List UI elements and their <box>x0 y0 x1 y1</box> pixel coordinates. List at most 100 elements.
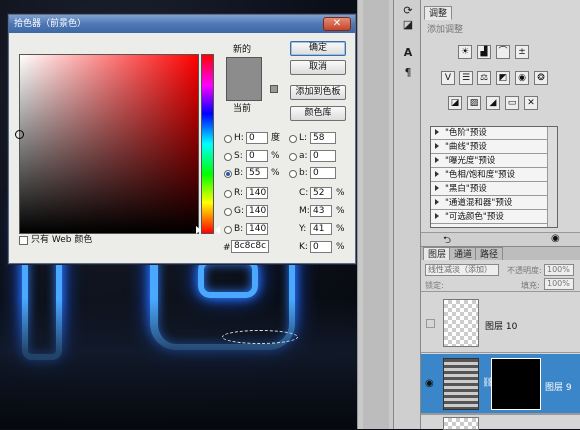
invert-icon[interactable]: ◪ <box>448 96 462 110</box>
color-cursor[interactable] <box>15 130 24 139</box>
m-label: M: <box>299 206 310 216</box>
layer-thumbnail <box>443 417 479 430</box>
radio-b[interactable] <box>224 170 232 178</box>
lab-b-label: b: <box>299 168 308 178</box>
dialog-title[interactable]: 拾色器（前景色） <box>9 15 355 33</box>
tab-layers[interactable]: 图层 <box>423 247 452 261</box>
a-input[interactable]: 0 <box>310 150 336 162</box>
radio-rgb-b[interactable] <box>224 226 232 234</box>
l-input[interactable]: 58 <box>310 132 336 144</box>
radio-r[interactable] <box>224 190 232 198</box>
levels-icon[interactable]: ▟ <box>477 45 491 59</box>
preset-label: "通道混和器"预设 <box>445 198 513 208</box>
k-label: K: <box>299 242 308 252</box>
current-color-swatch[interactable] <box>226 79 262 101</box>
layer-row-partial[interactable] <box>421 414 580 430</box>
c-unit: % <box>336 188 345 198</box>
layer-mask-thumbnail <box>491 358 541 410</box>
history-icon[interactable]: ⟳ <box>400 4 416 18</box>
hue-slider[interactable] <box>201 54 214 234</box>
tab-adjustments[interactable]: 调整 <box>424 6 453 20</box>
y-input[interactable]: 41 <box>310 223 332 235</box>
k-unit: % <box>336 242 345 252</box>
list-item[interactable]: "曲线"预设 <box>431 141 547 154</box>
panel-footer: ⮌ ◉ <box>421 232 580 246</box>
radio-h[interactable] <box>224 135 232 143</box>
paragraph-icon[interactable]: ¶ <box>400 66 416 80</box>
curves-icon[interactable]: ⌒ <box>496 45 510 59</box>
saturation-brightness-field[interactable] <box>15 54 199 234</box>
radio-lab-b[interactable] <box>289 170 297 178</box>
lab-b-input[interactable]: 0 <box>310 167 336 179</box>
s-unit: % <box>271 151 280 161</box>
gradient-map-icon[interactable]: ▭ <box>505 96 519 110</box>
r-input[interactable]: 140 <box>246 187 268 199</box>
list-item[interactable]: "可选颜色"预设 <box>431 211 547 224</box>
close-button[interactable]: ✕ <box>323 17 351 31</box>
hue-slider-left-arrow[interactable] <box>196 226 201 234</box>
selective-color-icon[interactable]: ✕ <box>524 96 538 110</box>
exposure-icon[interactable]: ± <box>515 45 529 59</box>
cancel-button[interactable]: 取消 <box>290 60 346 75</box>
color-balance-icon[interactable]: ⚖ <box>477 71 491 85</box>
list-item[interactable]: "色相/饱和度"预设 <box>431 169 547 182</box>
channel-mixer-icon[interactable]: ❂ <box>534 71 548 85</box>
web-colors-checkbox[interactable] <box>19 236 28 245</box>
layer-visibility-toggle[interactable] <box>426 319 435 328</box>
new-color-label: 新的 <box>233 45 252 55</box>
hex-input[interactable]: 8c8c8c <box>231 240 269 253</box>
web-colors-label: 只有 Web 颜色 <box>31 235 93 245</box>
hue-slider-right-arrow[interactable] <box>215 226 220 234</box>
layer-row-selected[interactable]: ◉ ⛓ 图层 9 <box>421 354 580 414</box>
h-unit: 度 <box>271 133 281 143</box>
r-label: R: <box>234 188 244 198</box>
radio-a[interactable] <box>289 153 297 161</box>
k-input[interactable]: 0 <box>310 241 332 253</box>
fill-field[interactable]: 100% <box>544 278 574 290</box>
h-label: H: <box>234 133 244 143</box>
actions-icon[interactable]: ◪ <box>400 18 416 32</box>
black-white-icon[interactable]: ◩ <box>496 71 510 85</box>
c-input[interactable]: 52 <box>310 187 332 199</box>
canvas-scrollbar[interactable] <box>357 0 393 429</box>
preset-label: "曲线"预设 <box>445 142 487 152</box>
brightness-icon[interactable]: ☀ <box>458 45 472 59</box>
add-to-swatches-button[interactable]: 添加到色板 <box>290 85 346 100</box>
s-input[interactable]: 0 <box>246 150 268 162</box>
threshold-icon[interactable]: ◢ <box>486 96 500 110</box>
g-input[interactable]: 140 <box>246 205 268 217</box>
eye-icon[interactable]: ◉ <box>425 378 434 389</box>
blend-mode-select[interactable]: 线性减淡（添加） <box>425 264 499 276</box>
opacity-field[interactable]: 100% <box>544 264 574 276</box>
h-input[interactable]: 0 <box>246 132 268 144</box>
radio-l[interactable] <box>289 135 297 143</box>
layer-thumbnail-stripes <box>443 358 479 410</box>
color-libraries-button[interactable]: 颜色库 <box>290 106 346 121</box>
panel-dock-strip: ⟳ ◪ A ¶ <box>393 0 421 429</box>
b-label: B: <box>234 168 244 178</box>
list-item[interactable]: "黑白"预设 <box>431 183 547 196</box>
list-item[interactable]: "曝光度"预设 <box>431 155 547 168</box>
visibility-icon[interactable]: ◉ <box>551 233 560 244</box>
preset-label: "色相/饱和度"预设 <box>445 170 516 180</box>
hue-saturation-icon[interactable]: ☰ <box>459 71 473 85</box>
rgb-b-input[interactable]: 140 <box>246 223 268 235</box>
layer-row[interactable]: 图层 10 <box>421 293 580 353</box>
photo-filter-icon[interactable]: ◉ <box>515 71 529 85</box>
presets-scrollbar[interactable] <box>547 127 557 227</box>
radio-g[interactable] <box>224 208 232 216</box>
y-label: Y: <box>299 224 307 234</box>
b-input[interactable]: 55 <box>246 167 268 179</box>
vibrance-icon[interactable]: V <box>441 71 455 85</box>
tab-paths[interactable]: 路径 <box>475 247 504 261</box>
out-of-gamut-icon[interactable] <box>270 85 278 93</box>
ok-button[interactable]: 确定 <box>290 41 346 56</box>
posterize-icon[interactable]: ▨ <box>467 96 481 110</box>
character-icon[interactable]: A <box>400 46 416 60</box>
radio-s[interactable] <box>224 153 232 161</box>
layer-name: 图层 9 <box>545 383 572 393</box>
list-item[interactable]: "色阶"预设 <box>431 127 547 140</box>
list-item[interactable]: "通道混和器"预设 <box>431 197 547 210</box>
tab-channels[interactable]: 通道 <box>449 247 478 261</box>
m-input[interactable]: 43 <box>310 205 332 217</box>
